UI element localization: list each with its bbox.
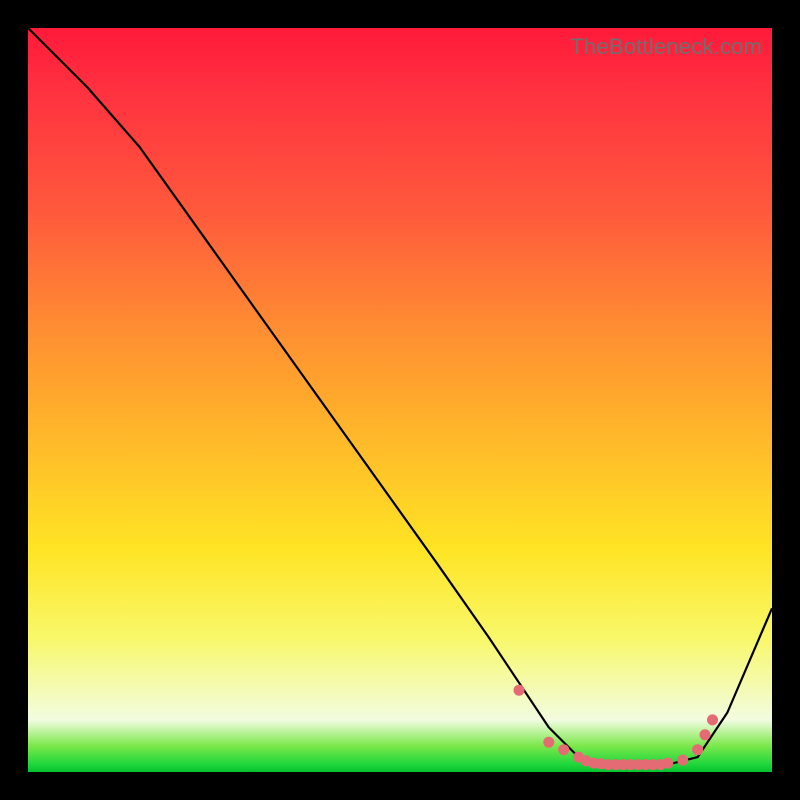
marker-dot — [558, 744, 569, 755]
plot-area: TheBottleneck.com — [28, 28, 772, 772]
marker-dot — [662, 758, 673, 769]
marker-dot — [543, 737, 554, 748]
marker-dot — [707, 714, 718, 725]
marker-dot — [700, 729, 711, 740]
chart-frame: TheBottleneck.com — [0, 0, 800, 800]
marker-dot — [677, 755, 688, 766]
marker-dots — [514, 685, 719, 770]
chart-svg — [28, 28, 772, 772]
curve-line — [28, 28, 772, 765]
marker-dot — [514, 685, 525, 696]
marker-dot — [692, 744, 703, 755]
